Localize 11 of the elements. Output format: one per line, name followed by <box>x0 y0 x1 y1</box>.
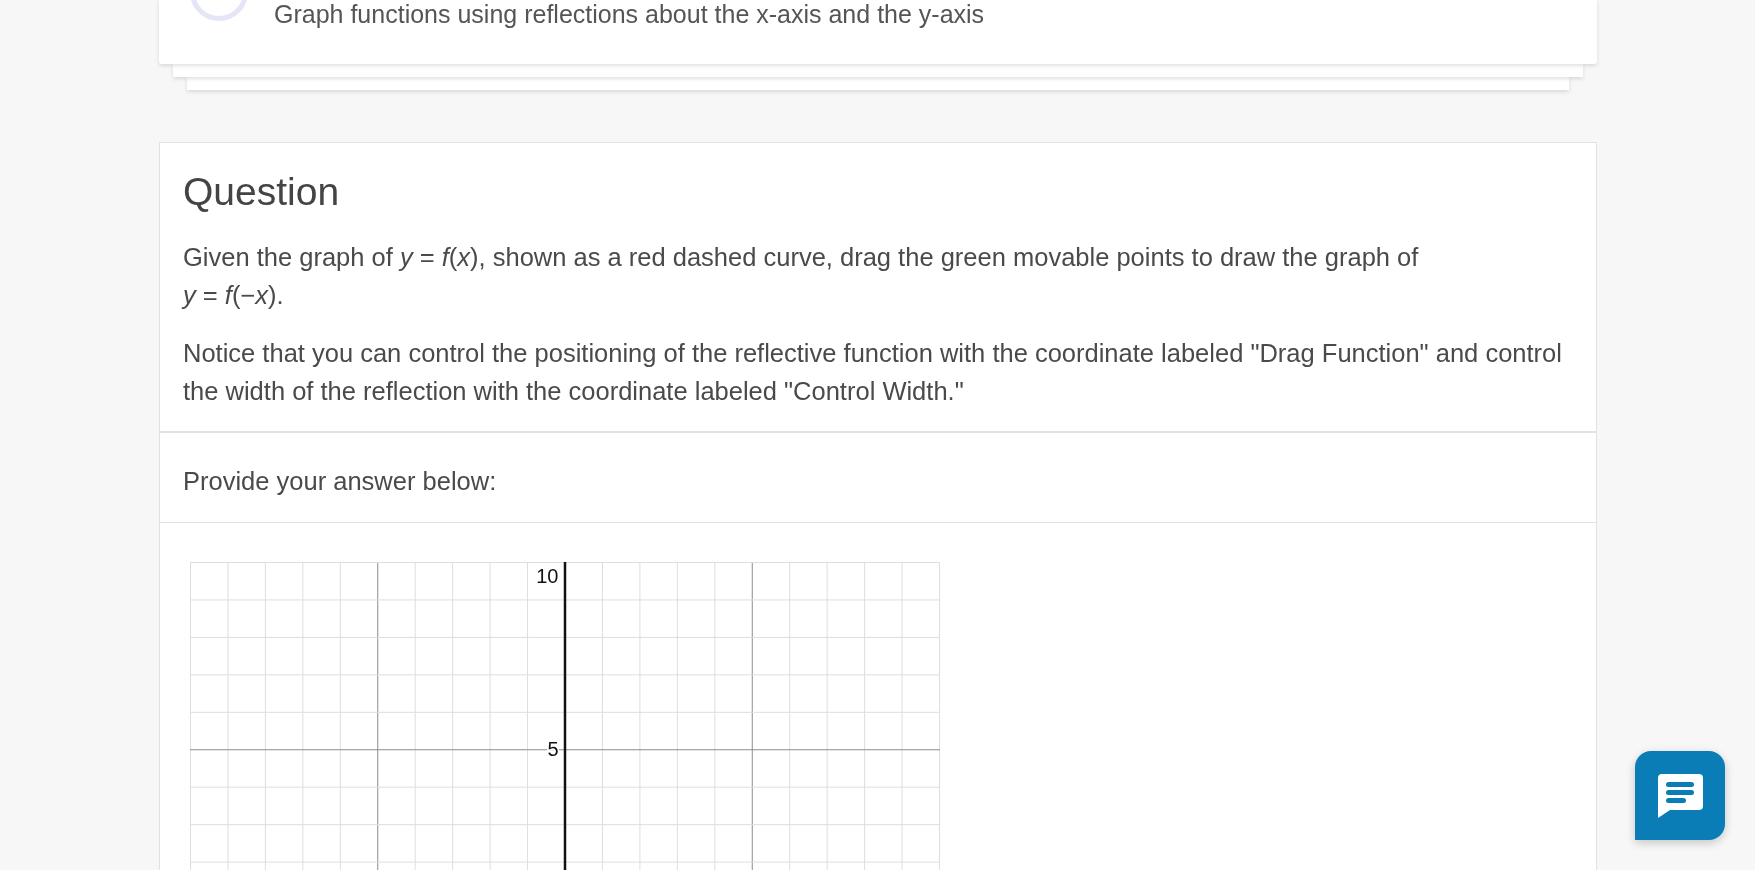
axis-tick-label: 10 <box>536 565 559 587</box>
chat-button[interactable] <box>1635 751 1725 840</box>
answer-prompt: Provide your answer below: <box>183 466 498 497</box>
question-heading: Question <box>183 169 341 215</box>
axis-tick-label: 5 <box>547 738 559 761</box>
chat-icon <box>1657 773 1703 818</box>
lesson-title: Graph functions using reflections about the x-axis and the y-axis <box>274 0 985 28</box>
graph-canvas[interactable]: 10 5 <box>190 562 940 870</box>
question-text: Given the graph of y = f(x), shown as a red dashed curve, drag the green movable points to draw the graph of y = f(−x). <box>183 242 1420 311</box>
ring-icon <box>190 0 248 22</box>
question-text: Notice that you can control the positioning of the reflective function with the coordinate labeled "Drag Function" and control the width of the reflection with the coordinate labeled "Control Width." <box>183 338 1563 407</box>
